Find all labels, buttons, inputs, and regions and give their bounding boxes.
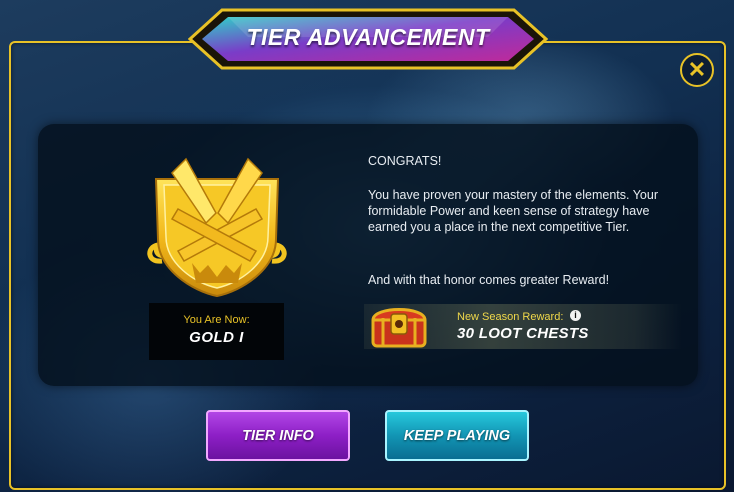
new-season-reward-label: New Season Reward:: [457, 311, 564, 323]
reward-value: 30 LOOT CHESTS: [457, 325, 589, 342]
close-button[interactable]: ✕: [680, 53, 714, 87]
dialog-title: TIER ADVANCEMENT: [246, 24, 490, 50]
info-icon[interactable]: i: [570, 310, 581, 321]
gold-tier-badge-icon: [147, 157, 287, 298]
reward-line-text: And with that honor comes greater Reward…: [368, 273, 610, 287]
keep-playing-button[interactable]: KEEP PLAYING: [385, 410, 529, 461]
you-are-now-label: You Are Now:: [183, 314, 250, 326]
message-body: You have proven your mastery of the elem…: [368, 188, 658, 234]
close-icon: ✕: [687, 57, 707, 82]
congrats-text: CONGRATS!: [368, 154, 442, 168]
loot-chest-icon: [371, 308, 427, 348]
tier-name: GOLD I: [189, 329, 244, 346]
tier-info-button[interactable]: TIER INFO: [206, 410, 350, 461]
